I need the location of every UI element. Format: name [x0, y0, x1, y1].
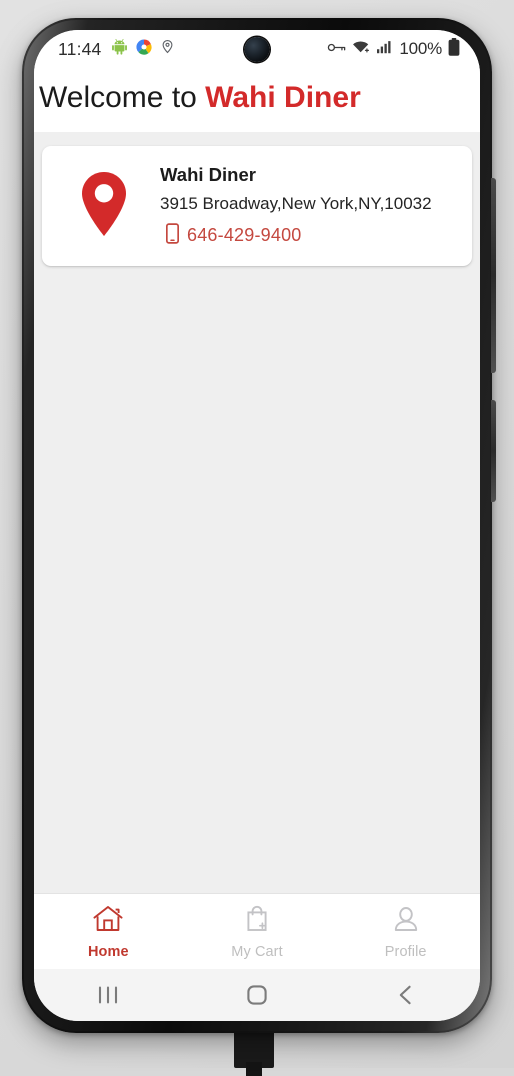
restaurant-card[interactable]: Wahi Diner 3915 Broadway,New York,NY,100…: [42, 146, 472, 266]
phone-device: 11:44 100% Welcome to Wahi Diner Wahi Di…: [22, 18, 496, 1033]
shopping-bag-add-icon: [241, 904, 273, 939]
battery-percent-label: 100%: [399, 39, 442, 58]
page-title: Welcome to Wahi Diner: [34, 81, 480, 114]
tab-home[interactable]: Home: [34, 904, 183, 960]
volume-buttons[interactable]: [491, 178, 496, 373]
map-pin-icon: [78, 170, 130, 243]
restaurant-name: Wahi Diner: [160, 163, 256, 185]
camera-punch-hole: [244, 37, 270, 62]
vpn-key-icon: [327, 39, 346, 59]
home-square-icon[interactable]: [183, 983, 332, 1007]
android-icon: [111, 38, 128, 60]
scene-background: 11:44 100% Welcome to Wahi Diner Wahi Di…: [0, 0, 514, 1076]
restaurant-phone[interactable]: 646-429-9400: [187, 225, 302, 246]
page-title-greeting: Welcome to: [39, 81, 206, 114]
bottom-navigation-bar: Home My Cart Profile: [34, 893, 480, 969]
back-chevron-icon[interactable]: [331, 983, 480, 1007]
mobile-phone-icon: [165, 222, 179, 249]
tab-profile-label: Profile: [384, 944, 427, 960]
power-button[interactable]: [491, 400, 496, 502]
tab-profile[interactable]: Profile: [331, 904, 480, 960]
status-bar: 11:44 100%: [34, 30, 480, 68]
cellular-signal-icon: [377, 39, 393, 59]
status-bar-left: 11:44: [58, 38, 175, 61]
recents-icon[interactable]: [34, 984, 183, 1006]
tab-my-cart[interactable]: My Cart: [183, 904, 332, 960]
tab-home-label: Home: [87, 944, 129, 960]
phone-screen: 11:44 100% Welcome to Wahi Diner Wahi Di…: [34, 30, 480, 1021]
person-icon: [390, 904, 422, 939]
tab-my-cart-label: My Cart: [231, 944, 283, 960]
restaurant-address: 3915 Broadway,New York,NY,10032: [160, 193, 432, 213]
app-content: Wahi Diner 3915 Broadway,New York,NY,100…: [34, 132, 480, 893]
battery-full-icon: [448, 37, 460, 61]
home-icon: [92, 904, 124, 939]
status-bar-right: 100%: [327, 37, 460, 61]
photos-icon: [135, 38, 153, 61]
card-pin-wrap: [48, 170, 160, 243]
wifi-icon: [352, 39, 371, 59]
card-info: Wahi Diner 3915 Broadway,New York,NY,100…: [160, 164, 462, 249]
charging-cable: [234, 1028, 274, 1076]
app-header: Welcome to Wahi Diner: [34, 68, 480, 132]
location-pin-icon: [160, 38, 175, 60]
status-clock: 11:44: [58, 38, 102, 59]
android-navigation-bar: [34, 969, 480, 1021]
page-title-brand: Wahi Diner: [205, 81, 361, 114]
restaurant-phone-row[interactable]: 646-429-9400: [160, 222, 462, 249]
